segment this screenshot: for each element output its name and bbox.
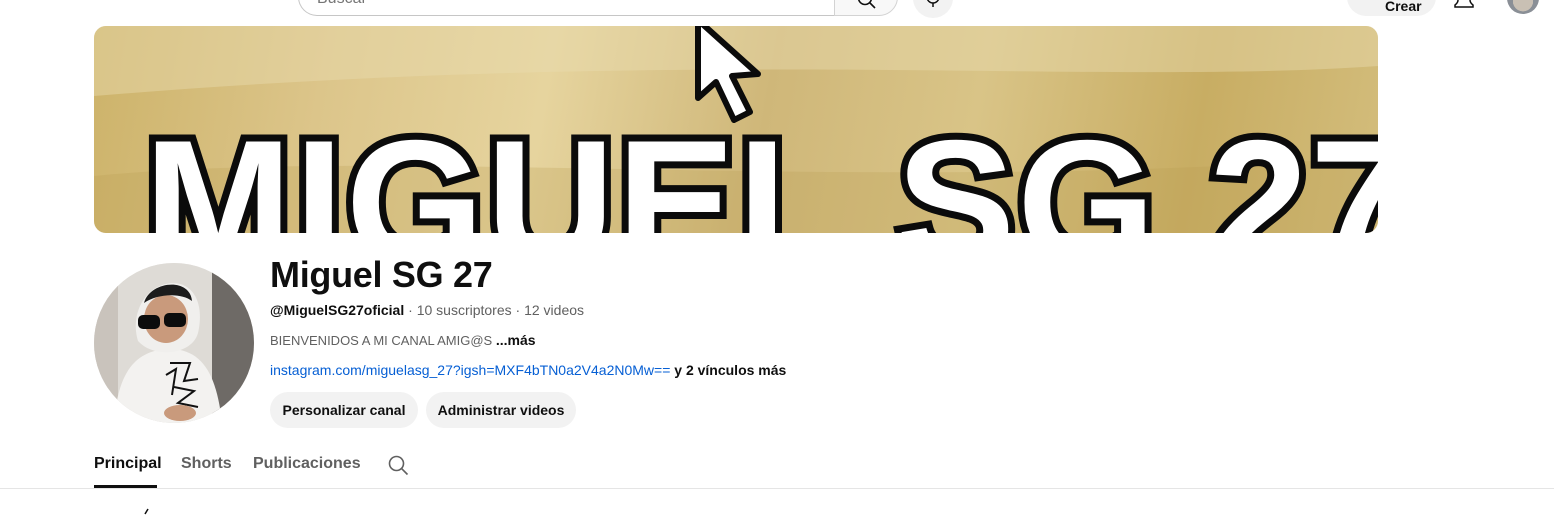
create-label: Crear (1385, 0, 1422, 14)
content-fragment (144, 508, 149, 515)
video-count: 12 videos (524, 302, 585, 318)
tab-publicaciones[interactable]: Publicaciones (253, 455, 361, 473)
channel-banner: MIGUEL SG 27 (94, 26, 1378, 233)
tabs-divider (0, 488, 1554, 489)
banner-title: MIGUEL SG 27 (137, 103, 1378, 234)
channel-links: instagram.com/miguelasg_27?igsh=MXF4bTN0… (270, 362, 786, 378)
search-icon (857, 0, 876, 9)
channel-handle: @MiguelSG27oficial (270, 302, 405, 318)
tab-principal[interactable]: Principal (94, 455, 162, 473)
channel-description[interactable]: BIENVENIDOS A MI CANAL AMIG@S ...más (270, 332, 536, 348)
instagram-link[interactable]: instagram.com/miguelasg_27?igsh=MXF4bTN0… (270, 362, 670, 378)
manage-videos-button[interactable]: Administrar videos (426, 392, 576, 428)
subscriber-count: 10 suscriptores (416, 302, 512, 318)
more-links-button[interactable]: y 2 vínculos más (670, 362, 786, 378)
channel-name: Miguel SG 27 (270, 254, 493, 295)
channel-avatar[interactable] (94, 263, 254, 423)
description-more-link[interactable]: ...más (496, 332, 536, 348)
mic-icon (927, 0, 939, 7)
customize-channel-button[interactable]: Personalizar canal (270, 392, 418, 428)
account-avatar[interactable] (1507, 0, 1539, 14)
search-box[interactable] (298, 0, 834, 16)
bell-icon[interactable] (1452, 0, 1476, 10)
meta-separator: · (404, 302, 417, 318)
search-button[interactable] (834, 0, 898, 16)
search-input[interactable] (315, 0, 799, 11)
channel-meta: @MiguelSG27oficial · 10 suscriptores · 1… (270, 302, 584, 318)
tab-shorts[interactable]: Shorts (181, 455, 232, 473)
voice-search-button[interactable] (913, 0, 953, 18)
search-icon[interactable] (387, 454, 409, 476)
meta-separator: · (511, 302, 525, 318)
create-button[interactable]: Crear (1347, 0, 1436, 16)
description-text: BIENVENIDOS A MI CANAL AMIG@S (270, 333, 496, 348)
